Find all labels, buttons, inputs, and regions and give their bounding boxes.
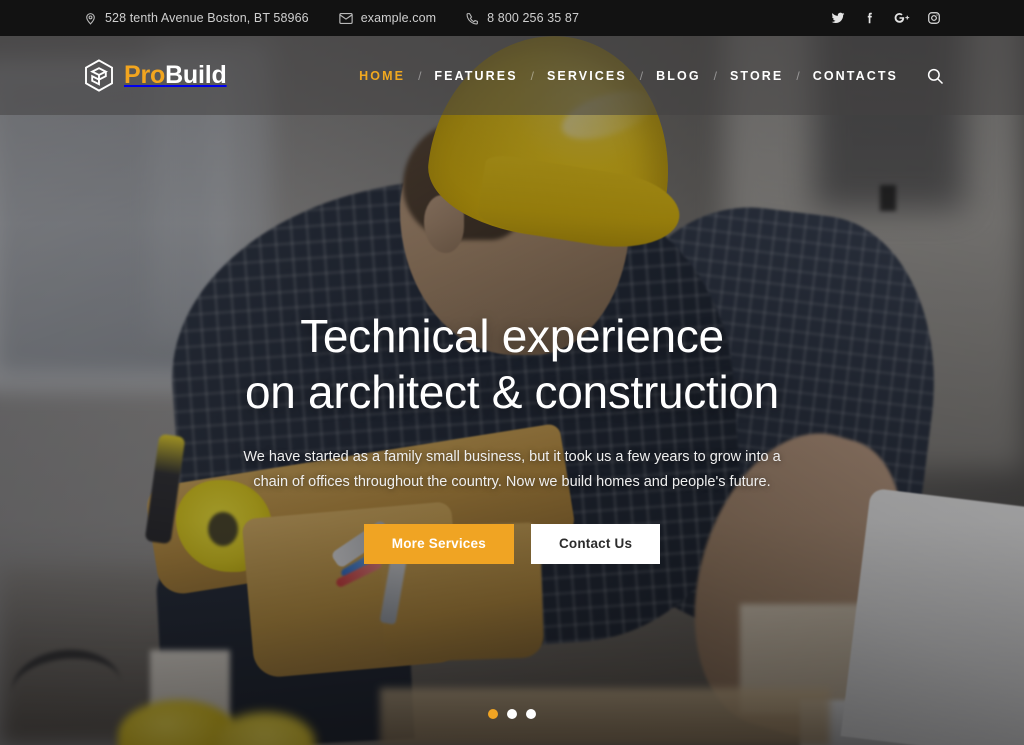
hero-title-line-2: on architect & construction: [245, 366, 779, 418]
search-icon[interactable]: [924, 65, 946, 87]
twitter-icon[interactable]: [830, 10, 846, 26]
top-contact-bar: 528 tenth Avenue Boston, BT 58966 exampl…: [0, 0, 1024, 36]
location-pin-icon: [84, 12, 97, 25]
contact-email-text: example.com: [360, 11, 437, 25]
slider-dot-1[interactable]: [488, 709, 498, 719]
slider-dot-3[interactable]: [526, 709, 536, 719]
nav-separator: /: [796, 68, 800, 83]
contact-email[interactable]: example.com: [338, 11, 437, 25]
contact-us-button[interactable]: Contact Us: [530, 523, 661, 564]
logo-text-build: Build: [165, 61, 227, 89]
more-services-button[interactable]: More Services: [363, 523, 514, 564]
contact-phone[interactable]: 8 800 256 35 87: [466, 11, 579, 25]
nav-item-services[interactable]: SERVICES: [547, 69, 627, 83]
nav-separator: /: [418, 68, 422, 83]
hero-cta-group: More Services Contact Us: [363, 523, 661, 564]
hexagon-cube-logo-icon: [84, 59, 114, 92]
main-navigation: HOME / FEATURES / SERVICES / BLOG / STOR…: [359, 65, 1024, 87]
slider-dot-2[interactable]: [507, 709, 517, 719]
page-root: 528 tenth Avenue Boston, BT 58966 exampl…: [0, 0, 1024, 745]
hero-subtitle: We have started as a family small busine…: [243, 449, 781, 491]
logo-wordmark: ProBuild: [124, 63, 227, 88]
hero-section: Technical experience on architect & cons…: [0, 115, 1024, 745]
top-contact-info: 528 tenth Avenue Boston, BT 58966 exampl…: [0, 11, 579, 25]
site-logo[interactable]: ProBuild: [0, 59, 227, 92]
phone-icon: [466, 12, 479, 25]
nav-separator: /: [530, 68, 534, 83]
contact-address-text: 528 tenth Avenue Boston, BT 58966: [105, 11, 309, 25]
nav-item-contacts[interactable]: CONTACTS: [813, 69, 898, 83]
contact-phone-text: 8 800 256 35 87: [487, 11, 580, 25]
hero-title: Technical experience on architect & cons…: [245, 313, 779, 415]
nav-separator: /: [639, 68, 644, 83]
social-links: [830, 10, 1024, 26]
nav-item-home[interactable]: HOME: [359, 69, 405, 83]
instagram-icon[interactable]: [926, 10, 942, 26]
nav-item-blog[interactable]: BLOG: [656, 69, 701, 83]
nav-item-features[interactable]: FEATURES: [434, 69, 517, 83]
logo-text-pro: Pro: [124, 61, 166, 89]
google-plus-icon[interactable]: [894, 10, 910, 26]
contact-address: 528 tenth Avenue Boston, BT 58966: [84, 11, 309, 25]
facebook-icon[interactable]: [862, 10, 878, 26]
envelope-icon: [338, 12, 353, 25]
nav-item-store[interactable]: STORE: [730, 69, 783, 83]
slider-pagination: [0, 709, 1024, 719]
hero-title-line-1: Technical experience: [300, 310, 724, 362]
nav-separator: /: [713, 68, 717, 83]
site-header: ProBuild HOME / FEATURES / SERVICES / BL…: [0, 36, 1024, 115]
